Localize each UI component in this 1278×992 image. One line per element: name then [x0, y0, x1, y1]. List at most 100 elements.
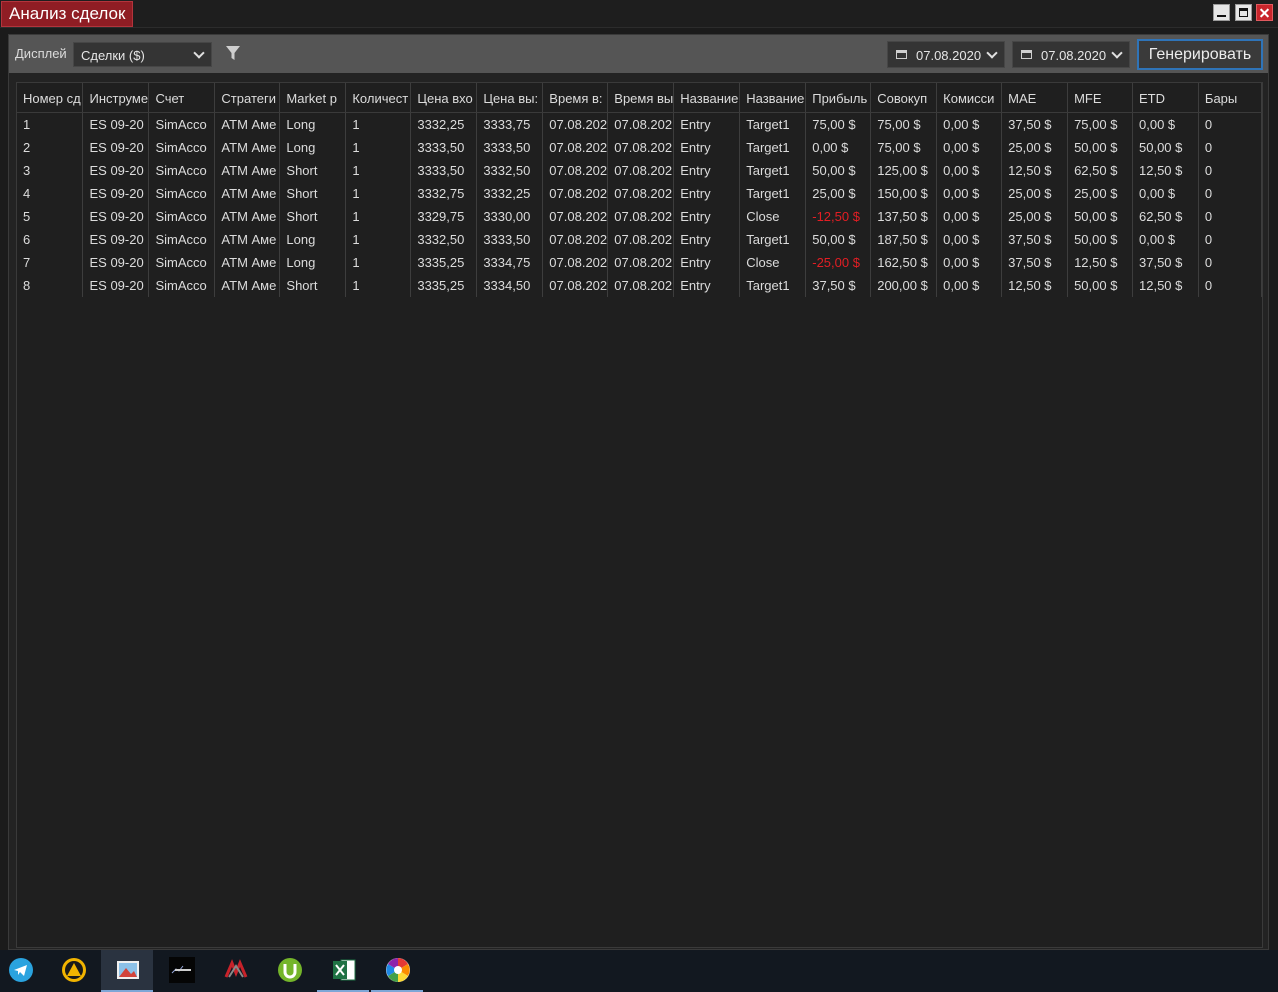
table-cell: SimAcco — [148, 159, 216, 182]
column-header[interactable]: Название — [673, 83, 741, 113]
taskbar-excel[interactable] — [317, 950, 369, 992]
column-header[interactable]: Market p — [279, 83, 347, 113]
table-cell: 0,00 $ — [936, 182, 1003, 205]
taskbar-image-viewer[interactable] — [101, 950, 153, 992]
table-cell: Target1 — [739, 182, 807, 205]
taskbar-telegram[interactable] — [0, 950, 46, 990]
table-cell: -12,50 $ — [805, 205, 872, 228]
table-row[interactable]: 1 ES 09-20 SimAcco ATM Аме Long 1 3332,25 3333,… — [17, 112, 1262, 136]
taskbar-utorrent[interactable] — [263, 950, 315, 990]
table-cell: Entry — [673, 205, 741, 228]
table-cell: 62,50 $ — [1067, 159, 1133, 182]
column-header[interactable]: Комисси — [936, 83, 1003, 113]
display-value: Сделки ($) — [81, 48, 145, 63]
table-cell: 07.08.202 — [542, 274, 609, 297]
table-cell: ATM Аме — [214, 182, 281, 205]
table-cell: 0 — [1198, 205, 1262, 228]
column-header[interactable]: Бары — [1198, 83, 1262, 113]
generate-button[interactable]: Генерировать — [1137, 39, 1263, 70]
column-header[interactable]: Время в: — [542, 83, 609, 113]
table-cell: 25,00 $ — [1001, 205, 1069, 228]
minimize-button[interactable] — [1213, 4, 1230, 21]
filter-icon[interactable] — [224, 44, 242, 62]
taskbar-ninja-trader[interactable] — [209, 950, 261, 990]
table-cell: 6 — [17, 228, 84, 251]
column-header[interactable]: Счет — [148, 83, 216, 113]
column-header[interactable]: ETD — [1132, 83, 1199, 113]
table-cell: 0 — [1198, 136, 1262, 159]
table-cell: 1 — [345, 182, 412, 205]
table-cell: 37,50 $ — [805, 274, 872, 297]
close-button[interactable] — [1256, 4, 1273, 21]
column-header[interactable]: Время вы — [607, 83, 675, 113]
column-header[interactable]: Номер сд — [17, 83, 84, 113]
table-cell: 3329,75 — [410, 205, 478, 228]
table-cell: 3332,25 — [476, 182, 544, 205]
table-cell: ES 09-20 — [82, 112, 150, 136]
column-header[interactable]: Количест — [345, 83, 412, 113]
table-cell: Long — [279, 251, 347, 274]
table-cell: 25,00 $ — [1001, 182, 1069, 205]
taskbar-markets-app[interactable] — [155, 950, 207, 990]
table-cell: 50,00 $ — [1067, 205, 1133, 228]
table-cell: 12,50 $ — [1001, 274, 1069, 297]
table-cell: 1 — [345, 136, 412, 159]
trades-grid: Номер сд Инструме Счет Стратеги Market p Коли… — [16, 82, 1263, 948]
table-cell: 4 — [17, 182, 84, 205]
column-header[interactable]: Инструме — [82, 83, 150, 113]
table-cell: 07.08.202 — [607, 228, 675, 251]
table-cell: 187,50 $ — [870, 228, 938, 251]
table-cell: Entry — [673, 112, 741, 136]
table-cell: ATM Аме — [214, 228, 281, 251]
table-cell: 0 — [1198, 251, 1262, 274]
column-header[interactable]: MFE — [1067, 83, 1133, 113]
table-cell: 75,00 $ — [870, 136, 938, 159]
table-cell: Entry — [673, 159, 741, 182]
table-cell: 12,50 $ — [1001, 159, 1069, 182]
table-row[interactable]: 5 ES 09-20 SimAcco ATM Аме Short 1 3329,75 3330… — [17, 205, 1262, 228]
table-cell: Short — [279, 159, 347, 182]
table-row[interactable]: 6 ES 09-20 SimAcco ATM Аме Long 1 3332,50 3333,… — [17, 228, 1262, 251]
column-header[interactable]: MAE — [1001, 83, 1069, 113]
table-cell: 150,00 $ — [870, 182, 938, 205]
calendar-icon — [896, 50, 907, 59]
column-header[interactable]: Цена вхо — [410, 83, 478, 113]
calendar-icon — [1021, 50, 1032, 59]
table-row[interactable]: 8 ES 09-20 SimAcco ATM Аме Short 1 3335,25 3334… — [17, 274, 1262, 297]
table-cell: 0,00 $ — [805, 136, 872, 159]
table-row[interactable]: 3 ES 09-20 SimAcco ATM Аме Short 1 3333,50 3332… — [17, 159, 1262, 182]
table-cell: 1 — [345, 251, 412, 274]
table-cell: 0 — [1198, 182, 1262, 205]
image-viewer-icon — [117, 961, 139, 979]
column-header[interactable]: Прибыль — [805, 83, 872, 113]
column-header[interactable]: Стратеги — [214, 83, 281, 113]
markets-app-icon — [169, 957, 195, 983]
table-cell: 50,00 $ — [1067, 228, 1133, 251]
date-from-picker[interactable]: 07.08.2020 — [887, 41, 1005, 68]
maximize-button[interactable] — [1235, 4, 1252, 21]
table-cell: 07.08.202 — [542, 112, 609, 136]
table-cell: 200,00 $ — [870, 274, 938, 297]
taskbar-picasa[interactable] — [371, 950, 423, 992]
ninja-trader-icon — [224, 959, 248, 978]
column-header[interactable]: Совокуп — [870, 83, 938, 113]
column-header[interactable]: Название — [739, 83, 807, 113]
table-row[interactable]: 7 ES 09-20 SimAcco ATM Аме Long 1 3335,25 3334,… — [17, 251, 1262, 274]
display-dropdown[interactable]: Сделки ($) — [73, 42, 212, 67]
table-cell: 25,00 $ — [1067, 182, 1133, 205]
column-header[interactable]: Цена вы: — [476, 83, 544, 113]
table-cell: Long — [279, 112, 347, 136]
table-row[interactable]: 2 ES 09-20 SimAcco ATM Аме Long 1 3333,50 3333,… — [17, 136, 1262, 159]
table-cell: Entry — [673, 274, 741, 297]
date-to-picker[interactable]: 07.08.2020 — [1012, 41, 1130, 68]
table-cell: Target1 — [739, 274, 807, 297]
table-cell: 2 — [17, 136, 84, 159]
table-cell: 07.08.202 — [607, 251, 675, 274]
table-cell: ES 09-20 — [82, 136, 150, 159]
table-row[interactable]: 4 ES 09-20 SimAcco ATM Аме Short 1 3332,75 3332… — [17, 182, 1262, 205]
table-cell: Entry — [673, 228, 741, 251]
table-cell: SimAcco — [148, 205, 216, 228]
table-cell: 37,50 $ — [1001, 112, 1069, 136]
taskbar-app-2[interactable] — [47, 950, 99, 990]
telegram-icon — [9, 958, 33, 982]
